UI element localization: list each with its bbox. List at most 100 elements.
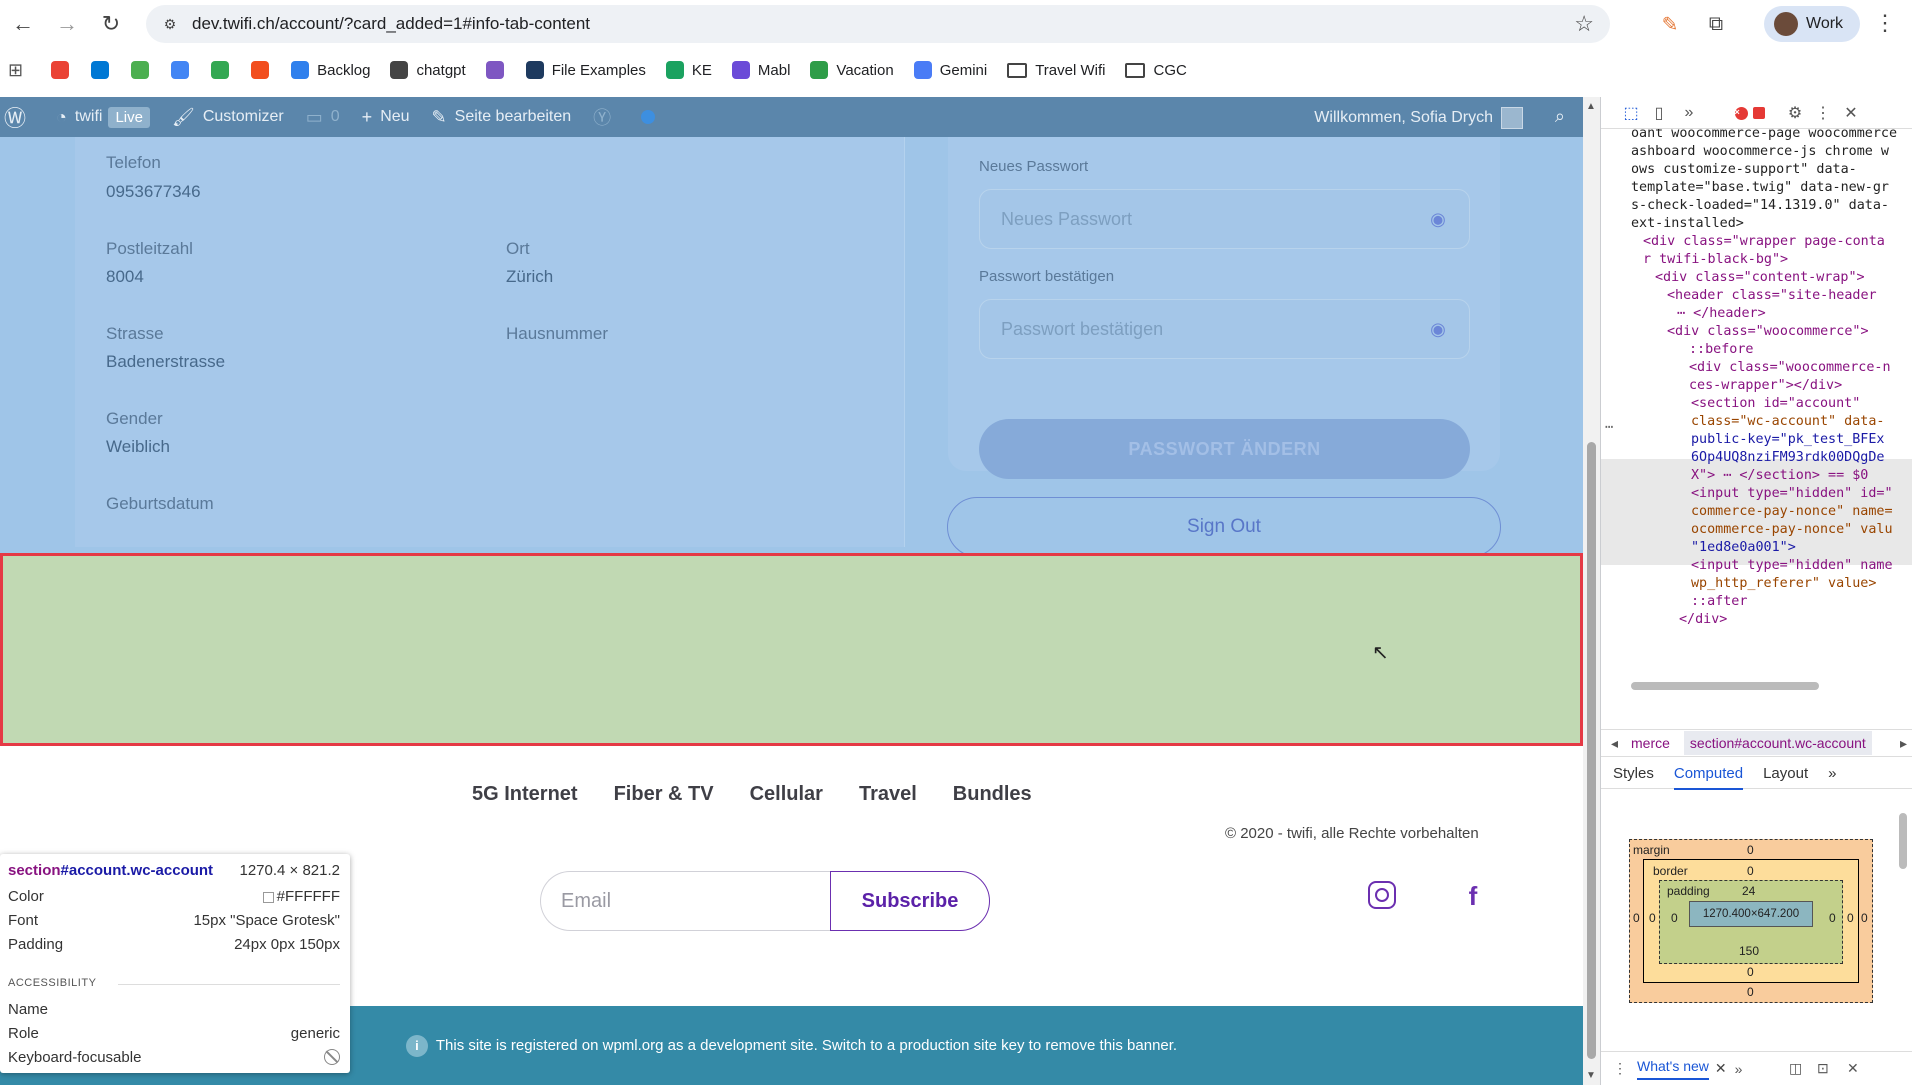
bookmark-item[interactable]: Backlog	[291, 54, 370, 86]
dom-line[interactable]: "1ed8e0a001">	[1691, 539, 1796, 557]
bookmark-item[interactable]	[51, 54, 77, 86]
breadcrumb-left-icon[interactable]: ◂	[1611, 735, 1618, 752]
reload-icon[interactable]: ↻	[96, 9, 126, 39]
more-tabs-icon[interactable]: »	[1679, 103, 1699, 123]
bookmark-item[interactable]: Vacation	[810, 54, 894, 86]
dom-line[interactable]: commerce-pay-nonce" name=	[1691, 503, 1893, 521]
dom-line[interactable]: <section id="account"	[1691, 395, 1860, 413]
dom-line[interactable]: s-check-loaded="14.1319.0" data-	[1631, 197, 1889, 215]
dom-line[interactable]: ocommerce-pay-nonce" valu	[1691, 521, 1893, 539]
dom-line[interactable]: <input type="hidden" id="	[1691, 485, 1893, 503]
dom-line[interactable]: <div class="content-wrap">	[1655, 269, 1865, 287]
forward-icon[interactable]: →	[52, 9, 82, 39]
dom-line[interactable]: wp_http_referer" value>	[1691, 575, 1876, 593]
dom-line[interactable]: class="wc-account" data-	[1691, 413, 1884, 431]
dom-line[interactable]: public-key="pk_test_BFEx	[1691, 431, 1884, 449]
close-devtools-icon[interactable]: ✕	[1841, 103, 1861, 123]
dom-line[interactable]: template="base.twig" data-new-gr	[1631, 179, 1889, 197]
dom-line[interactable]: oant woocommerce-page woocommerce	[1631, 129, 1897, 143]
breadcrumb-right-icon[interactable]: ▸	[1900, 735, 1907, 752]
scrollbar-thumb[interactable]	[1899, 813, 1907, 869]
search-icon[interactable]: ⌕	[1555, 106, 1565, 127]
bookmark-star-icon[interactable]: ☆	[1574, 11, 1594, 37]
customizer-link[interactable]: 🖌 Customizer	[172, 107, 284, 128]
scroll-down-icon[interactable]: ▼	[1586, 1070, 1596, 1081]
wordpress-logo-icon[interactable]: Ⓦ	[4, 101, 34, 133]
url-text[interactable]: dev.twifi.ch/account/?card_added=1#info-…	[192, 14, 590, 34]
subscribe-button[interactable]: Subscribe	[830, 871, 990, 931]
inspect-element-icon[interactable]: ⬚	[1621, 103, 1641, 123]
comments-link[interactable]: ▭ 0	[306, 107, 340, 128]
footer-link[interactable]: Bundles	[953, 783, 1032, 806]
dom-line[interactable]: ext-installed>	[1631, 215, 1744, 233]
scroll-up-icon[interactable]: ▲	[1586, 101, 1596, 112]
bookmark-item[interactable]	[91, 54, 117, 86]
confirm-password-input[interactable]: Passwort bestätigen ◉	[979, 299, 1470, 359]
bookmark-item[interactable]: File Examples	[525, 54, 646, 86]
settings-gear-icon[interactable]: ⚙	[1785, 103, 1805, 123]
elements-tree[interactable]: ⋯ oant woocommerce-page woocommerce ashb…	[1601, 129, 1912, 797]
footer-link[interactable]: Travel	[859, 783, 917, 806]
bookmark-item[interactable]	[131, 54, 157, 86]
bookmark-item[interactable]	[171, 54, 197, 86]
dom-line[interactable]: <div class="woocommerce">	[1667, 323, 1869, 341]
bookmark-item[interactable]	[485, 54, 512, 86]
dom-line[interactable]: ::after	[1691, 593, 1747, 611]
new-link[interactable]: + Neu	[362, 107, 410, 128]
tab-computed[interactable]: Computed	[1673, 765, 1744, 790]
breadcrumb-item-selected[interactable]: section#account.wc-account	[1683, 731, 1872, 755]
undock-icon[interactable]: ⊡	[1817, 1060, 1829, 1077]
node-actions-icon[interactable]: ⋯	[1605, 419, 1613, 437]
bookmark-item[interactable]: CGC	[1125, 54, 1187, 86]
dom-line[interactable]: r twifi-black-bg">	[1643, 251, 1788, 269]
footer-link[interactable]: Fiber & TV	[614, 783, 714, 806]
bookmark-item[interactable]: Gemini	[913, 54, 987, 86]
dom-line[interactable]: <header class="site-header	[1667, 287, 1877, 305]
change-password-button[interactable]: PASSWORT ÄNDERN	[979, 419, 1470, 479]
extensions-icon[interactable]: ⧉	[1702, 10, 1730, 38]
dom-line[interactable]: ::before	[1689, 341, 1754, 359]
bookmark-item[interactable]: chatgpt	[390, 54, 466, 86]
drawer-menu-icon[interactable]: ⋮	[1613, 1060, 1627, 1077]
apps-icon[interactable]: ⊞	[8, 54, 23, 86]
bookmark-item[interactable]: Mabl	[731, 54, 790, 86]
edit-page-link[interactable]: ✎ Seite bearbeiten	[432, 107, 572, 128]
eye-icon[interactable]: ◉	[1427, 208, 1449, 230]
breadcrumb-item[interactable]: merce	[1631, 735, 1670, 751]
user-menu[interactable]: Willkommen, Sofia Drych	[1314, 107, 1523, 129]
bookmark-item[interactable]: Travel Wifi	[1007, 54, 1105, 86]
dom-line[interactable]: ows customize-support" data-	[1631, 161, 1857, 179]
page-scrollbar[interactable]: ▲ ▼	[1583, 97, 1600, 1085]
profile-button[interactable]: Work	[1764, 6, 1860, 42]
site-menu[interactable]: ◔ twifi Live	[56, 106, 150, 128]
tab-whats-new[interactable]: What's new	[1637, 1058, 1709, 1080]
footer-link[interactable]: Cellular	[750, 783, 823, 806]
dom-line[interactable]: <input type="hidden" name	[1691, 557, 1893, 575]
instagram-icon[interactable]	[1368, 881, 1396, 909]
sign-out-button[interactable]: Sign Out	[947, 497, 1501, 553]
facebook-icon[interactable]: f	[1458, 881, 1488, 911]
dom-line[interactable]: ⋯ </header>	[1677, 305, 1766, 323]
error-count-icon[interactable]: ×	[1731, 103, 1751, 123]
email-input[interactable]: Email	[540, 871, 830, 931]
more-panels-icon[interactable]: »	[1828, 765, 1836, 782]
devtools-menu-icon[interactable]: ⋮	[1813, 103, 1833, 123]
bookmark-item[interactable]: KE	[665, 54, 712, 86]
dom-line[interactable]: ashboard woocommerce-js chrome w	[1631, 143, 1889, 161]
dom-line[interactable]: X"> ⋯ </section> == $0	[1691, 467, 1868, 485]
address-bar[interactable]: ⚙ dev.twifi.ch/account/?card_added=1#inf…	[146, 5, 1610, 43]
dom-line[interactable]: </div>	[1679, 611, 1727, 629]
browser-menu-icon[interactable]: ⋮	[1874, 10, 1896, 36]
yoast-icon[interactable]: Ⓨ	[593, 104, 619, 130]
close-tab-icon[interactable]: ✕	[1715, 1060, 1727, 1077]
tab-layout[interactable]: Layout	[1763, 765, 1808, 782]
new-password-input[interactable]: Neues Passwort ◉	[979, 189, 1470, 249]
scrollbar-thumb[interactable]	[1587, 442, 1596, 1059]
dom-line[interactable]: 6Op4UQ8nziFM93rdk00DQgDe	[1691, 449, 1884, 467]
footer-link[interactable]: 5G Internet	[472, 783, 578, 806]
dom-line[interactable]: ces-wrapper"></div>	[1689, 377, 1842, 395]
eye-icon[interactable]: ◉	[1427, 318, 1449, 340]
more-drawer-tabs-icon[interactable]: »	[1735, 1061, 1743, 1077]
bookmark-item[interactable]	[211, 54, 237, 86]
scrollbar-thumb[interactable]	[1631, 682, 1819, 690]
